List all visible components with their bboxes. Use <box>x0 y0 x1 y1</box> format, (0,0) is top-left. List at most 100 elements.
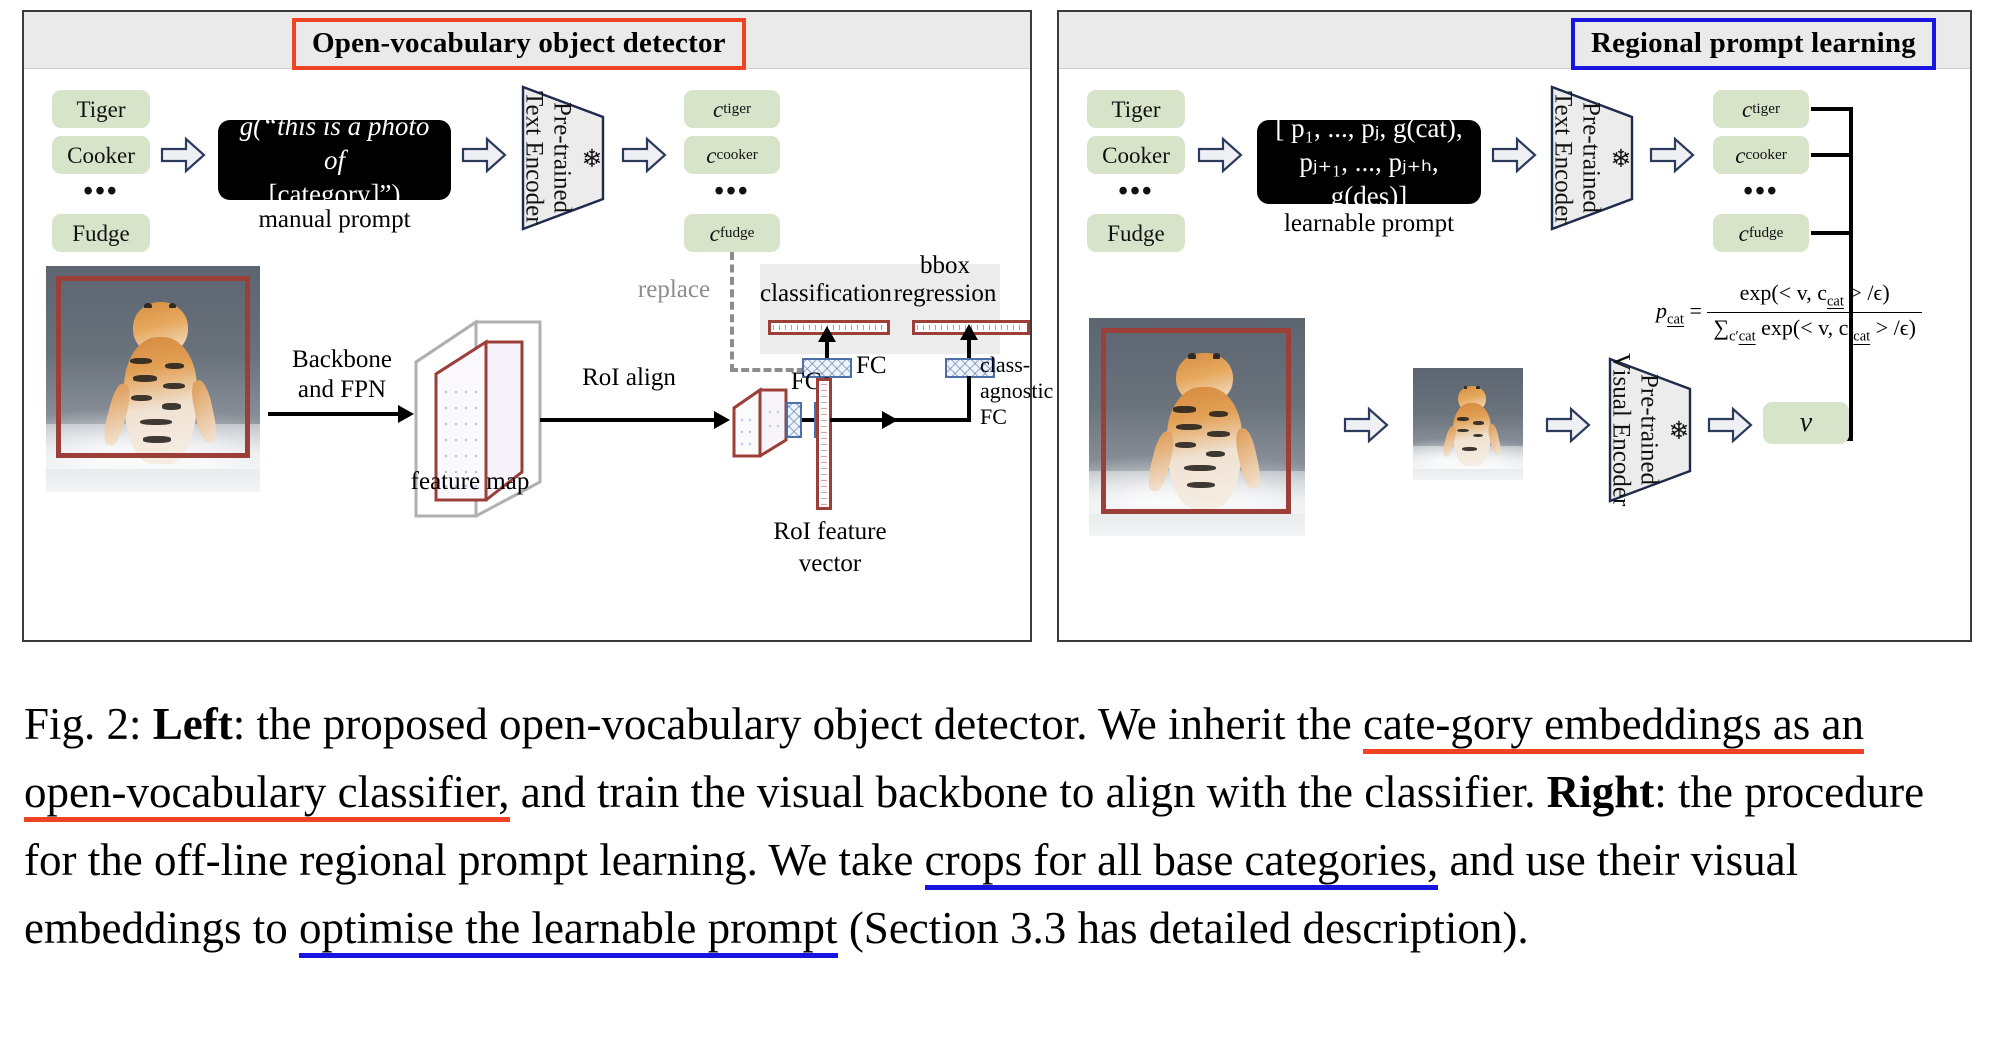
text-encoder-trapezoid: Text Encoder Pre-trained ❄ <box>520 84 606 232</box>
branch-horizontal <box>830 418 971 422</box>
caption-seg-1: : the proposed open-vocabulary object de… <box>232 699 1363 749</box>
figure-panels: Open-vocabulary object detector Tiger Co… <box>0 0 1994 655</box>
classification-arrowhead-icon <box>818 326 836 342</box>
manual-prompt-caption: manual prompt <box>258 206 411 233</box>
caption-seg-5: (Section 3.3 has detailed description). <box>837 903 1529 953</box>
block-arrow-icon <box>1343 406 1389 444</box>
learnable-prompt-line-1: [ p₁, ..., pⱼ, g(cat), <box>1275 113 1463 143</box>
roi-feature-vector-label-1: RoI feature <box>773 518 887 545</box>
visual-encoder-trapezoid: Visual Encoder Pre-trained ❄ <box>1607 353 1693 507</box>
block-arrow-icon <box>621 136 667 174</box>
numerator-sub: cat <box>1826 293 1844 310</box>
category-chip-cooker: Cooker <box>52 136 150 174</box>
tiger-figure <box>1441 385 1502 473</box>
bracket-stub-cooker <box>1811 153 1853 157</box>
embedding-ellipsis: ••• <box>714 176 750 207</box>
category-chip-fudge: Fudge <box>1087 214 1185 252</box>
embedding-chip-tiger: c tiger <box>1713 90 1809 128</box>
embedding-base: c <box>1741 96 1753 122</box>
block-arrow-icon <box>1707 406 1753 444</box>
input-image <box>46 266 260 492</box>
fc-layer-1 <box>786 402 802 438</box>
caption-highlight-3: optimise the learnable prompt <box>298 903 838 958</box>
text-encoder-trapezoid: Text Encoder Pre-trained ❄ <box>1549 84 1635 232</box>
embedding-sub: fudge <box>719 224 755 242</box>
text-encoder-line-2: Text Encoder <box>1549 91 1577 225</box>
numerator-text: exp(< v, c <box>1739 280 1827 305</box>
replace-label: replace <box>637 276 711 303</box>
classification-label: classification <box>760 280 892 307</box>
backbone-label-line-2: and FPN <box>297 376 387 403</box>
embedding-sub: tiger <box>723 100 752 118</box>
replace-dashed-vertical <box>730 252 734 372</box>
bracket-stub-tiger <box>1811 107 1853 111</box>
text-encoder-line-1: Pre-trained <box>548 102 576 214</box>
learnable-prompt-line-2: pⱼ₊₁, ..., pⱼ₊ₕ, g(des)] <box>1299 147 1439 211</box>
panel-open-vocabulary-detector: Open-vocabulary object detector Tiger Co… <box>22 10 1053 642</box>
block-arrow-icon <box>160 136 206 174</box>
bracket-spine <box>1849 107 1853 441</box>
snowflake-icon: ❄ <box>577 143 605 173</box>
category-chip-fudge: Fudge <box>52 214 150 252</box>
bounding-box <box>1101 328 1291 514</box>
block-arrow-icon <box>1545 406 1591 444</box>
equation-numerator: exp(< v, ccat > /ϵ) <box>1707 280 1922 314</box>
equation-denominator: ∑c′cat exp(< v, c′cat > /ϵ) <box>1707 313 1922 345</box>
embedding-base: c <box>1735 142 1746 168</box>
caption-highlight-2: crops for all base categories, <box>924 835 1439 890</box>
embedding-sub: tiger <box>1752 100 1781 118</box>
denominator-text: exp(< v, c′ <box>1761 315 1854 341</box>
figure-caption: Fig. 2: Left: the proposed open-vocabula… <box>24 690 1974 962</box>
roi-align-label: RoI align <box>582 364 676 391</box>
panel-regional-prompt-learning: Regional prompt learning Tiger Cooker ••… <box>1057 10 1972 642</box>
embedding-sub: cooker <box>1745 146 1787 164</box>
equation-lhs-sub: cat <box>1667 311 1684 328</box>
caption-right-label: Right <box>1546 767 1655 817</box>
category-chip-tiger: Tiger <box>52 90 150 128</box>
category-ellipsis: ••• <box>83 176 119 207</box>
tiger-body <box>1452 403 1491 467</box>
feature-map-label: feature map <box>410 468 530 495</box>
category-chip-cooker: Cooker <box>1087 136 1185 174</box>
text-encoder-line-2: Text Encoder <box>520 91 548 225</box>
category-ellipsis: ••• <box>1118 176 1154 207</box>
visual-encoder-line-2: Visual Encoder <box>1607 353 1635 507</box>
softmax-equation: pcat = exp(< v, ccat > /ϵ) ∑c′cat exp(< … <box>1619 280 1959 346</box>
visual-embedding-chip: v <box>1763 402 1849 444</box>
block-arrow-icon <box>1197 136 1243 174</box>
denominator-tail: > /ϵ) <box>1870 315 1916 341</box>
category-chip-tiger: Tiger <box>1087 90 1185 128</box>
tiger-ear-left <box>1463 386 1468 390</box>
prompt-line-2-suffix: ”) <box>379 179 401 209</box>
embedding-base: c <box>1738 220 1749 246</box>
roi-align-arrowhead-icon <box>714 411 730 429</box>
roi-feature-cube <box>730 386 792 460</box>
backbone-arrow-shaft <box>268 412 400 416</box>
prompt-category-token: [category] <box>268 179 380 209</box>
panel-right-title: Regional prompt learning <box>1571 18 1936 70</box>
backbone-label-line-1: Backbone <box>292 346 392 373</box>
roi-feature-vector-label-2: vector <box>798 550 862 577</box>
bbox-arrowhead-icon <box>960 324 978 340</box>
embedding-base: c <box>709 220 720 246</box>
denominator-sum-sub: c′ <box>1729 328 1739 345</box>
visual-encoder-line-1: Pre-trained <box>1635 374 1663 486</box>
block-arrow-icon <box>1649 136 1695 174</box>
embedding-ellipsis: ••• <box>1743 176 1779 207</box>
bounding-box <box>56 276 250 458</box>
bbox-label: bbox <box>920 252 970 279</box>
caption-left-label: Left <box>152 699 233 749</box>
equation-fraction: exp(< v, ccat > /ϵ) ∑c′cat exp(< v, c′ca… <box>1707 280 1922 346</box>
text-encoder-line-1: Pre-trained <box>1577 102 1605 214</box>
fcs-label: FCs <box>790 368 832 395</box>
numerator-tail: > /ϵ) <box>1843 280 1890 305</box>
denominator-sum-sub2: cat <box>1738 328 1756 345</box>
branch-vertical <box>967 376 971 422</box>
bracket-stub-fudge <box>1811 231 1853 235</box>
caption-highlight-1a: cate- <box>1362 699 1451 754</box>
snowflake-icon: ❄ <box>1606 143 1634 173</box>
panel-right-body: Tiger Cooker ••• Fudge [ p₁, ..., pⱼ, g(… <box>1059 68 1970 640</box>
embedding-base: c <box>712 96 724 122</box>
cropped-region-image <box>1413 368 1523 480</box>
denominator-sum: ∑ <box>1713 315 1730 341</box>
